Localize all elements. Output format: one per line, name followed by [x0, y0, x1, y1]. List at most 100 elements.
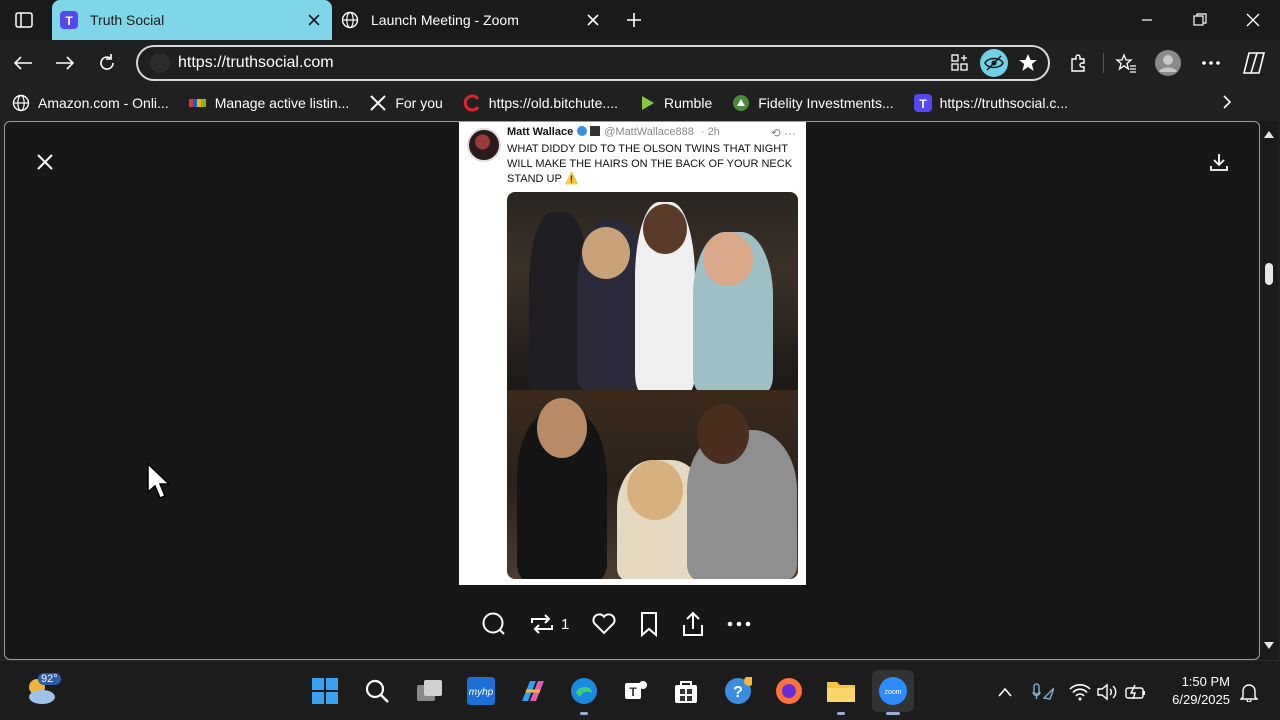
bookmark-bitchute[interactable]: https://old.bitchute.... [463, 94, 618, 112]
start-button[interactable] [309, 675, 341, 707]
close-tab-button[interactable] [302, 8, 326, 32]
taskbar-zoom[interactable]: zoom [872, 670, 914, 712]
like-button[interactable] [591, 606, 617, 642]
taskbar-edge[interactable] [568, 675, 600, 707]
toolbar-divider [1103, 53, 1104, 73]
svg-text:T: T [65, 14, 73, 28]
taskbar-copilot[interactable] [516, 675, 548, 707]
site-info-icon[interactable] [150, 53, 170, 73]
post-more-button[interactable] [727, 606, 751, 642]
firefox-icon [776, 678, 802, 704]
navigation-bar: https://truthsocial.com [0, 40, 1280, 86]
profile-button[interactable] [1154, 49, 1182, 77]
bookmark-truthsocial[interactable]: T https://truthsocial.c... [913, 94, 1068, 112]
close-icon [587, 14, 599, 26]
taskbar-get-help[interactable]: ? [722, 675, 754, 707]
microphone-location-tray[interactable] [1032, 681, 1054, 703]
address-bar[interactable]: https://truthsocial.com [136, 45, 1050, 81]
folder-icon [827, 682, 855, 702]
share-button[interactable] [681, 606, 705, 642]
show-hidden-icons-button[interactable] [994, 681, 1016, 703]
puzzle-icon [1071, 54, 1085, 72]
running-indicator [580, 712, 588, 715]
bookmark-ebay[interactable]: Manage active listin... [188, 94, 349, 112]
bookmark-rumble[interactable]: Rumble [638, 94, 712, 112]
svg-text:zoom: zoom [884, 689, 901, 696]
running-indicator [837, 712, 845, 715]
more-bookmarks-button[interactable] [1222, 94, 1232, 110]
tab-truth-social[interactable]: T Truth Social [52, 0, 332, 40]
taskbar-myhp[interactable]: myhp [465, 675, 497, 707]
extensions-button[interactable] [1064, 49, 1092, 77]
minimize-button[interactable] [1120, 0, 1174, 40]
svg-text:myhp: myhp [469, 687, 494, 698]
taskbar-file-explorer[interactable] [825, 675, 857, 707]
favorites-icon [1115, 53, 1136, 73]
app-available-button[interactable] [946, 49, 974, 77]
mic-location-icon [1032, 683, 1054, 700]
post-header: Matt Wallace @MattWallace888 · 2h [507, 126, 720, 138]
close-viewer-button[interactable] [31, 148, 59, 176]
scroll-thumb[interactable] [1265, 263, 1273, 285]
restore-icon [1193, 13, 1207, 26]
close-window-button[interactable] [1226, 0, 1280, 40]
bell-icon [1240, 684, 1258, 702]
star-filled-icon [1019, 54, 1037, 71]
reply-button[interactable] [481, 606, 507, 642]
clock-date: 6/29/2025 [1172, 692, 1230, 707]
battery-tray[interactable] [1125, 681, 1147, 703]
volume-tray[interactable] [1097, 681, 1119, 703]
bookmark-fidelity[interactable]: Fidelity Investments... [732, 94, 894, 112]
clock[interactable]: 1:50 PM 6/29/2025 [1172, 673, 1230, 709]
globe-icon [12, 94, 30, 112]
page-scrollbar[interactable] [1260, 121, 1278, 660]
address-url[interactable]: https://truthsocial.com [178, 54, 946, 72]
refresh-button[interactable] [92, 48, 122, 78]
edge-icon [571, 678, 597, 704]
notifications-button[interactable] [1238, 681, 1260, 703]
share-icon [683, 611, 704, 636]
bookmark-label: Amazon.com - Onli... [38, 95, 169, 111]
bookmark-button[interactable] [639, 606, 659, 642]
taskbar-firefox[interactable] [773, 675, 805, 707]
comment-icon [482, 612, 505, 635]
bookmark-amazon[interactable]: Amazon.com - Onli... [12, 94, 169, 112]
restore-button[interactable] [1173, 0, 1227, 40]
scroll-up-icon[interactable] [1263, 129, 1275, 139]
close-tab-button[interactable] [581, 8, 605, 32]
scroll-down-icon[interactable] [1263, 641, 1275, 651]
tracking-prevention-button[interactable] [980, 49, 1008, 77]
weather-widget[interactable]: 92° [24, 673, 61, 709]
favorite-button[interactable] [1014, 49, 1042, 77]
taskbar-teams[interactable]: T [619, 675, 651, 707]
settings-more-button[interactable] [1197, 49, 1225, 77]
download-button[interactable] [1205, 148, 1233, 176]
wifi-icon [1069, 684, 1091, 701]
taskbar-search-button[interactable] [361, 675, 393, 707]
repost-button[interactable]: 1 [529, 606, 569, 642]
taskbar-store[interactable] [670, 675, 702, 707]
tab-actions-button[interactable] [8, 8, 40, 32]
new-tab-button[interactable] [620, 6, 648, 34]
media-viewer: Matt Wallace @MattWallace888 · 2h ⟲ ··· W… [4, 121, 1260, 660]
ebay-icon [188, 94, 207, 112]
bookmark-x[interactable]: For you [369, 94, 443, 112]
svg-text:?: ? [733, 684, 743, 701]
tab-zoom[interactable]: Launch Meeting - Zoom [333, 0, 611, 40]
svg-text:T: T [919, 97, 927, 111]
chevron-right-icon [1223, 95, 1232, 109]
svg-text:T: T [629, 685, 637, 699]
post-image[interactable]: Matt Wallace @MattWallace888 · 2h ⟲ ··· W… [459, 122, 806, 585]
wifi-tray[interactable] [1069, 681, 1091, 703]
bookmarks-bar: Amazon.com - Onli... Manage active listi… [0, 86, 1280, 120]
eye-slash-icon [984, 55, 1004, 71]
task-view-button[interactable] [414, 675, 446, 707]
close-icon [308, 14, 320, 26]
copilot-button[interactable] [1240, 49, 1268, 77]
heart-icon [592, 613, 616, 635]
back-button[interactable] [8, 48, 38, 78]
arrow-left-icon [13, 56, 32, 70]
help-icon: ? [725, 677, 752, 704]
favorites-button[interactable] [1112, 49, 1140, 77]
forward-button[interactable] [50, 48, 80, 78]
